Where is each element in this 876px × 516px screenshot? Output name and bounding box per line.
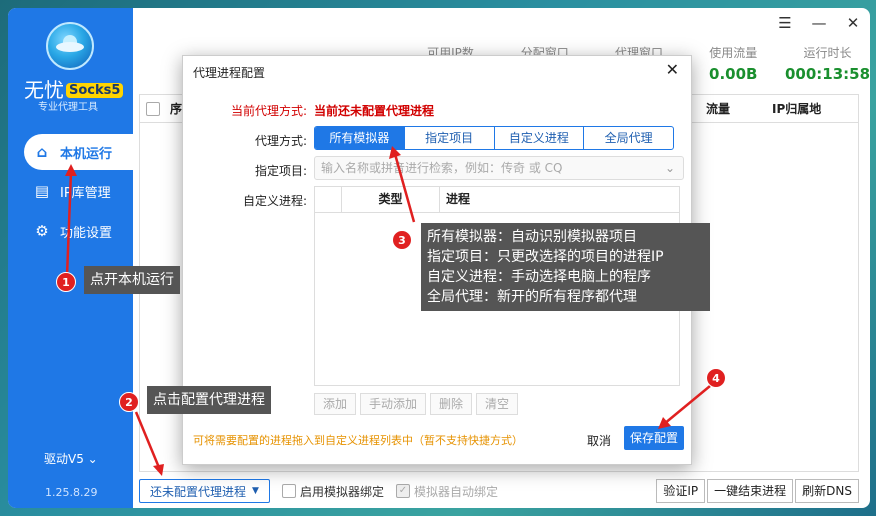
step-badge-3: 3 — [392, 230, 412, 250]
tip-open-local-run: 点开本机运行 — [84, 266, 180, 294]
tip-config-proxy: 点击配置代理进程 — [147, 386, 271, 414]
step-badge-1: 1 — [56, 272, 76, 292]
step-badge-2: 2 — [119, 392, 139, 412]
tip-mode-explanations: 所有模拟器：自动识别模拟器项目 指定项目：只更改选择的项目的进程IP 自定义进程… — [421, 223, 710, 311]
step-badge-4: 4 — [706, 368, 726, 388]
